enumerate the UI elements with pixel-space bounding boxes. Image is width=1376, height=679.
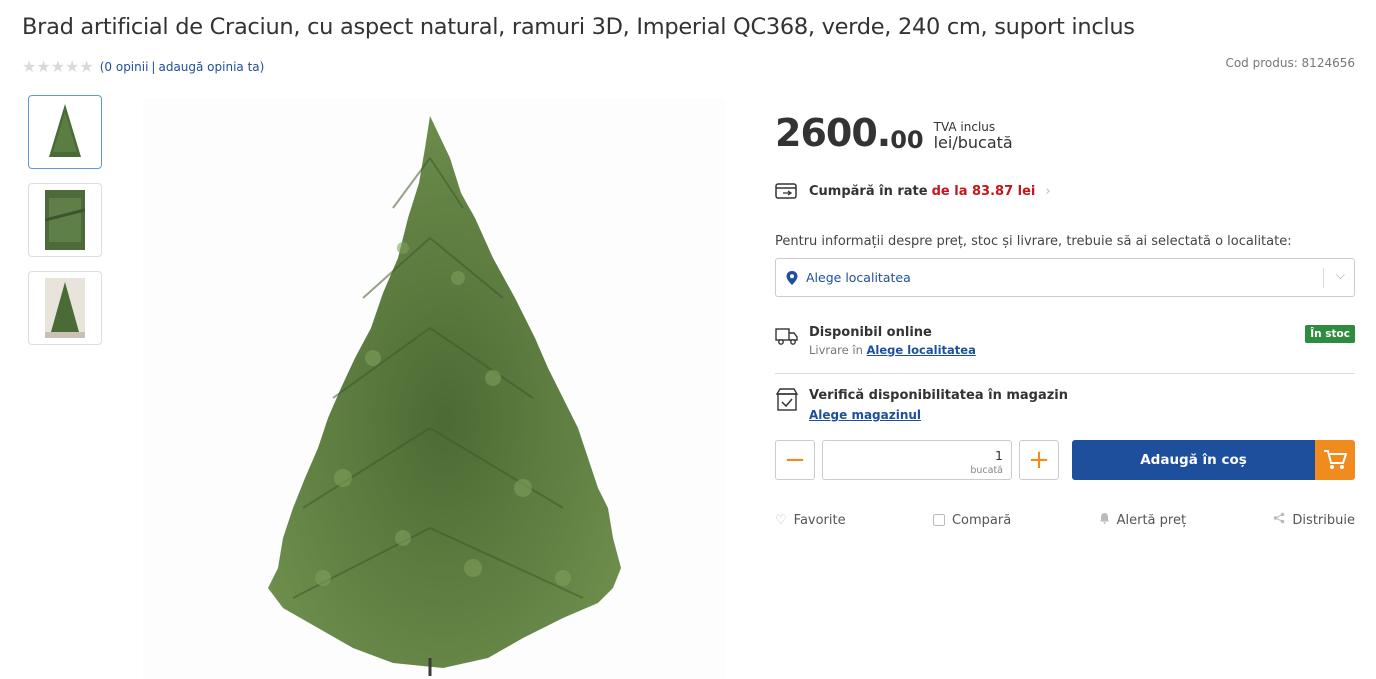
add-to-cart-button[interactable]: Adaugă în coș bbox=[1072, 440, 1355, 480]
store-icon bbox=[775, 388, 799, 411]
rating-row: ★★★★★ (0 opinii | adaugă opinia ta) bbox=[22, 57, 264, 76]
location-pin-icon bbox=[786, 270, 798, 285]
location-select-label: Alege localitatea bbox=[806, 270, 911, 285]
delivery-location-link[interactable]: Alege localitatea bbox=[867, 343, 976, 357]
product-title: Brad artificial de Craciun, cu aspect na… bbox=[22, 14, 1135, 40]
online-availability: Disponibil online Livrare în Alege local… bbox=[775, 325, 1355, 357]
share-icon bbox=[1273, 512, 1285, 528]
select-divider bbox=[1323, 268, 1324, 288]
christmas-tree-image bbox=[268, 116, 621, 676]
add-review-link[interactable]: adaugă opinia ta) bbox=[158, 60, 264, 74]
price-block: 2600. 00 TVA inclus lei/bucată bbox=[775, 114, 1013, 152]
delivery-prefix: Livrare în bbox=[809, 343, 863, 357]
price-alert-label: Alertă preț bbox=[1116, 512, 1187, 528]
price-integer: 2600. bbox=[775, 111, 891, 155]
price-unit: lei/bucată bbox=[933, 133, 1013, 153]
installments-amount: de la 83.87 lei bbox=[931, 183, 1036, 199]
bell-icon bbox=[1099, 512, 1110, 528]
thumbnail-list bbox=[28, 95, 102, 359]
favorite-action[interactable]: ♡ Favorite bbox=[775, 512, 846, 528]
compare-label: Compară bbox=[951, 512, 1012, 528]
price-alert-action[interactable]: Alertă preț bbox=[1099, 512, 1186, 528]
tree-thumbnail-image bbox=[49, 104, 81, 157]
chevron-right-icon: › bbox=[1045, 183, 1051, 199]
store-availability: Verifică disponibilitatea în magazin Ale… bbox=[775, 388, 1068, 422]
location-select[interactable]: Alege localitatea ⌵ bbox=[775, 258, 1355, 297]
add-to-cart-label: Adaugă în coș bbox=[1072, 440, 1315, 480]
compare-action[interactable]: Compară bbox=[932, 512, 1012, 528]
compare-checkbox[interactable] bbox=[932, 514, 945, 526]
quantity-value: 1 bbox=[995, 448, 1003, 463]
quantity-unit: bucată bbox=[970, 464, 1003, 476]
thumbnail-tree-room[interactable] bbox=[28, 271, 102, 345]
product-code: Cod produs: 8124656 bbox=[1225, 56, 1355, 70]
delivery-truck-icon bbox=[775, 328, 798, 345]
thumbnail-tree-branch[interactable] bbox=[28, 183, 102, 257]
branch-thumbnail-image bbox=[45, 190, 85, 250]
section-divider bbox=[775, 373, 1355, 374]
cart-icon bbox=[1315, 440, 1355, 480]
delivery-line: Livrare în Alege localitatea bbox=[809, 343, 976, 357]
choose-store-link[interactable]: Alege magazinul bbox=[809, 408, 1068, 422]
price-unit-block: TVA inclus lei/bucată bbox=[934, 121, 1013, 152]
installments-row[interactable]: Cumpără în rate de la 83.87 lei › bbox=[775, 181, 1051, 201]
installments-icon bbox=[775, 183, 797, 199]
reviews-link[interactable]: (0 opinii bbox=[100, 60, 149, 74]
location-info-text: Pentru informații despre preț, stoc și l… bbox=[775, 234, 1292, 249]
installments-label: Cumpără în rate bbox=[809, 183, 928, 199]
quantity-input[interactable]: 1 bucată bbox=[822, 440, 1012, 480]
store-heading: Verifică disponibilitatea în magazin bbox=[809, 388, 1069, 403]
quantity-increase-button[interactable]: + bbox=[1019, 440, 1059, 480]
price-decimals: 00 bbox=[890, 126, 924, 154]
share-action[interactable]: Distribuie bbox=[1273, 512, 1355, 528]
rating-stars: ★★★★★ bbox=[22, 57, 94, 76]
share-label: Distribuie bbox=[1292, 512, 1355, 528]
online-heading: Disponibil online bbox=[809, 325, 932, 340]
thumbnail-tree-full[interactable] bbox=[28, 95, 102, 169]
chevron-down-icon: ⌵ bbox=[1335, 268, 1345, 282]
stock-badge: În stoc bbox=[1305, 325, 1355, 343]
product-actions: ♡ Favorite Compară Alertă preț Distribui… bbox=[775, 512, 1355, 528]
main-product-image[interactable] bbox=[143, 98, 725, 679]
quantity-decrease-button[interactable]: − bbox=[775, 440, 815, 480]
room-thumbnail-image bbox=[45, 278, 85, 338]
favorite-label: Favorite bbox=[793, 512, 846, 528]
heart-icon: ♡ bbox=[775, 512, 787, 528]
rating-separator: | bbox=[151, 59, 156, 74]
